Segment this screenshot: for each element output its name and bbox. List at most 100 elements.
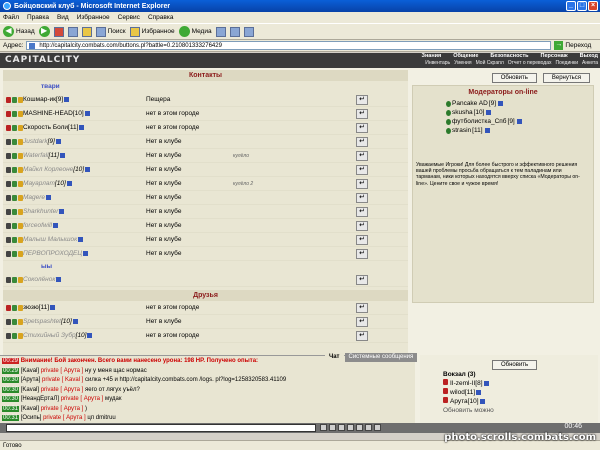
contact-name[interactable]: Magere [23, 194, 143, 201]
contact-name[interactable]: Sharkhunter [23, 208, 143, 215]
nav-inventory[interactable]: Инвентарь [425, 60, 450, 66]
chat-sender[interactable]: [Арута] [21, 377, 41, 383]
info-icon[interactable] [79, 124, 85, 130]
info-icon[interactable] [483, 380, 489, 386]
nav-skills[interactable]: Умения [454, 60, 471, 66]
contact-name[interactable]: MASHINE-HEAD[10] [23, 110, 143, 117]
send-message-button[interactable]: ↵ [356, 164, 368, 175]
send-message-button[interactable]: ↵ [356, 178, 368, 189]
info-icon[interactable] [498, 101, 504, 106]
contact-group-label[interactable]: твари [3, 81, 408, 93]
moderator-row[interactable]: футболистка_Спб [9] [413, 117, 593, 126]
nav-security[interactable]: Безопасность [490, 53, 528, 59]
nav-battles[interactable]: Поединки [556, 60, 579, 66]
contact-name[interactable]: Spetspashtet[10] [23, 318, 143, 325]
print-icon[interactable] [243, 26, 254, 37]
send-message-button[interactable]: ↵ [356, 220, 368, 231]
chat-private-to[interactable]: private [ Арута ] [43, 415, 86, 421]
refresh-icon[interactable] [67, 26, 78, 37]
info-icon[interactable] [479, 398, 485, 404]
send-icon[interactable] [320, 424, 327, 431]
info-icon[interactable] [59, 208, 65, 214]
menu-edit[interactable]: Правка [27, 14, 49, 21]
info-icon[interactable] [84, 110, 90, 116]
media-button[interactable]: Медиа [178, 26, 212, 37]
send-message-button[interactable]: ↵ [356, 150, 368, 161]
send-message-button[interactable]: ↵ [356, 234, 368, 245]
info-icon[interactable] [55, 138, 61, 144]
moderator-row[interactable]: skusha [10] [413, 108, 593, 117]
contact-name[interactable]: Мауарлат[10] [23, 180, 143, 187]
send-message-button[interactable]: ↵ [356, 108, 368, 119]
send-message-button[interactable]: ↵ [356, 136, 368, 147]
forward-arrow-icon[interactable]: ▶ [38, 26, 50, 37]
nav-communication[interactable]: Общение [453, 53, 478, 59]
chat-private-to[interactable]: private [ Арута ] [41, 387, 84, 393]
info-icon[interactable] [83, 250, 89, 256]
send-message-button[interactable]: ↵ [356, 122, 368, 133]
mail-icon[interactable] [229, 26, 240, 37]
nav-character[interactable]: Персонаж [541, 53, 568, 59]
contact-name[interactable]: Waterfall[11] [23, 152, 143, 159]
menu-help[interactable]: Справка [148, 14, 174, 21]
online-user-row[interactable]: Арута[10] [443, 397, 494, 406]
clear-icon[interactable] [329, 424, 336, 431]
close-button[interactable]: × [588, 1, 598, 11]
info-icon[interactable] [85, 166, 91, 172]
moderator-row[interactable]: Pancake AD [9] [413, 99, 593, 108]
smiley-icon[interactable] [338, 424, 345, 431]
send-message-button[interactable]: ↵ [356, 192, 368, 203]
exit-icon[interactable] [374, 424, 381, 431]
tab-system-messages[interactable]: Системные сообщения [344, 353, 418, 362]
chat-sender[interactable]: [НеандЕртаЛ] [21, 396, 59, 402]
home-icon[interactable] [81, 26, 92, 37]
info-icon[interactable] [72, 318, 78, 324]
nav-exit[interactable]: Выход [580, 53, 598, 59]
nav-my-scrapl[interactable]: Мой Скрапл [476, 60, 504, 66]
info-icon[interactable] [56, 276, 62, 282]
tab-chat[interactable]: Чат [325, 353, 344, 362]
settings-icon[interactable] [365, 424, 372, 431]
nav-knowledge[interactable]: Знания [422, 53, 442, 59]
send-message-button[interactable]: ↵ [356, 316, 368, 327]
contact-name[interactable]: Соколёнок [23, 276, 143, 283]
menu-file[interactable]: Файл [3, 14, 19, 21]
info-icon[interactable] [78, 236, 84, 242]
contact-name[interactable]: зюзю[11] [23, 304, 143, 311]
chat-private-to[interactable]: private [ Kaval ] [42, 377, 83, 383]
online-refresh-button[interactable]: Обновить [492, 360, 538, 370]
chat-sender[interactable]: [Kaval] [21, 387, 39, 393]
send-message-button[interactable]: ↵ [356, 94, 368, 105]
contact-name[interactable]: Малыш Малышок [23, 236, 143, 243]
contact-name[interactable]: Скорость Боли[11] [23, 124, 143, 131]
address-input[interactable]: http://capitalcity.combats.com/buttons.p… [26, 41, 552, 50]
maximize-button[interactable]: □ [577, 1, 587, 11]
chat-input[interactable] [6, 424, 316, 432]
info-icon[interactable] [66, 180, 72, 186]
info-icon[interactable] [486, 110, 492, 115]
menu-tools[interactable]: Сервис [118, 14, 140, 21]
chat-private-to[interactable]: private [ Арута ] [41, 406, 84, 412]
menu-view[interactable]: Вид [57, 14, 69, 21]
chat-sender[interactable]: [Kaval] [21, 406, 39, 412]
contact-name[interactable]: Кошмар-ик[9] [23, 96, 143, 103]
info-icon[interactable] [516, 119, 522, 124]
contact-name[interactable]: Стихийный Зубр[10] [23, 332, 143, 339]
return-button[interactable]: Вернуться [542, 73, 590, 83]
send-message-button[interactable]: ↵ [356, 248, 368, 259]
chat-private-to[interactable]: private [ Арута ] [61, 396, 104, 402]
sound-icon[interactable] [356, 424, 363, 431]
stop-icon[interactable] [53, 26, 64, 37]
chat-sender[interactable]: [Kaval] [21, 368, 39, 374]
nav-profile[interactable]: Анкета [582, 60, 598, 66]
send-message-button[interactable]: ↵ [356, 302, 368, 313]
back-button[interactable]: ◀ Назад [3, 26, 35, 37]
send-message-button[interactable]: ↵ [356, 206, 368, 217]
contact-name[interactable]: forceofwill [23, 222, 143, 229]
info-icon[interactable] [46, 194, 52, 200]
info-icon[interactable] [87, 332, 93, 338]
online-user-row[interactable]: wilod[11] [443, 388, 494, 397]
info-icon[interactable] [476, 389, 482, 395]
contact-name[interactable]: Майкл Корлеоне[10] [23, 166, 143, 173]
online-user-row[interactable]: II-zeml-II[8] [443, 379, 494, 388]
